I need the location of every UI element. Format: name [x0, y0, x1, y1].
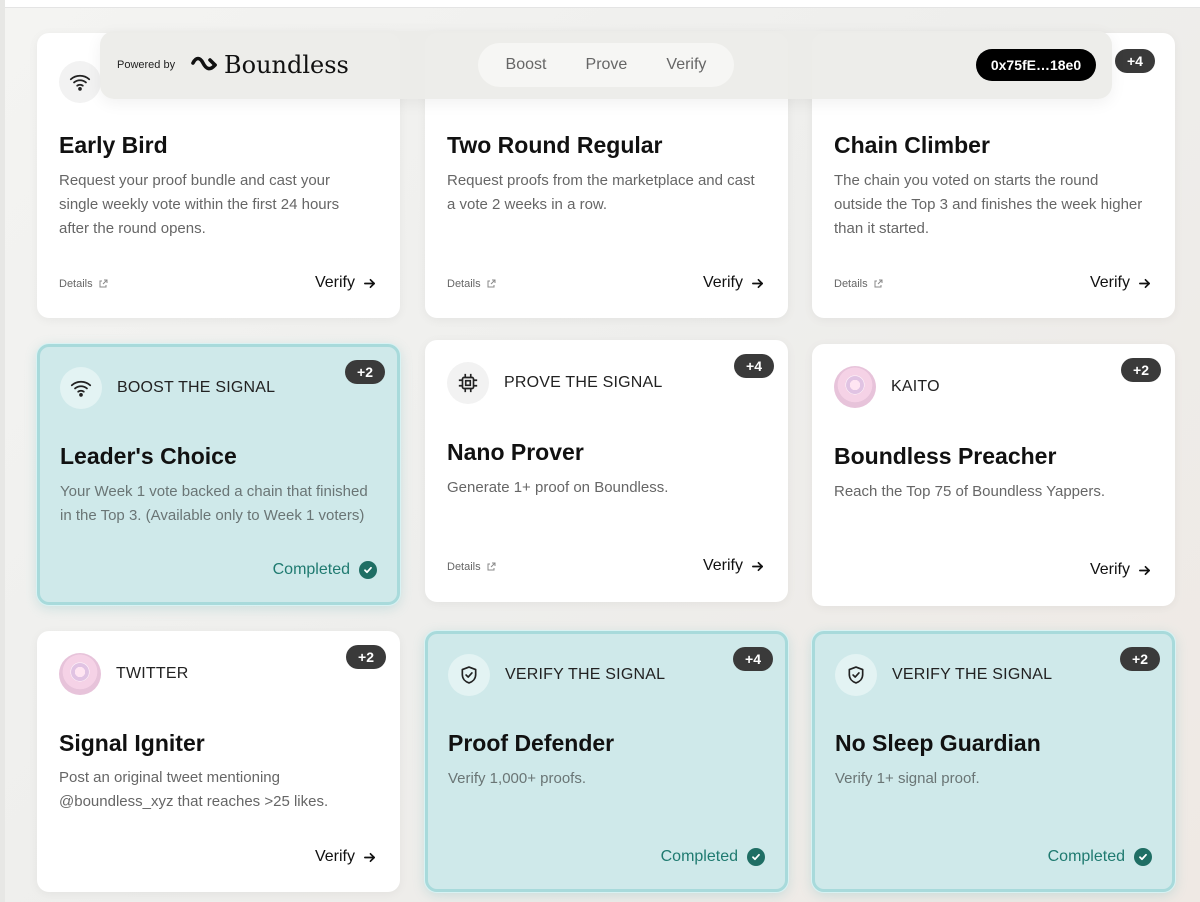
verify-button[interactable]: Verify [1090, 561, 1151, 579]
check-circle-icon [1134, 848, 1152, 866]
card-title: Boundless Preacher [834, 443, 1057, 469]
category-label: BOOST THE SIGNAL [117, 379, 276, 396]
card-title: Chain Climber [834, 132, 990, 158]
points-badge: +2 [346, 645, 386, 669]
card-title: Leader's Choice [60, 443, 237, 469]
quest-card-nano-prover[interactable]: PROVE THE SIGNAL +4 Nano Prover Generate… [425, 340, 788, 602]
kaito-avatar [834, 366, 876, 408]
details-link[interactable]: Details [59, 278, 108, 290]
quest-card-leaders-choice[interactable]: BOOST THE SIGNAL +2 Leader's Choice Your… [37, 344, 400, 605]
quest-card-proof-defender[interactable]: VERIFY THE SIGNAL +4 Proof Defender Veri… [425, 631, 788, 892]
card-title: No Sleep Guardian [835, 730, 1041, 756]
nav-prove[interactable]: Prove [586, 56, 628, 74]
category-label: TWITTER [116, 665, 189, 682]
wifi-icon [60, 367, 102, 409]
verify-label: Verify [314, 848, 355, 865]
powered-by-label: Powered by [117, 59, 176, 71]
points-badge: +2 [345, 360, 385, 384]
points-badge: +4 [1115, 49, 1155, 73]
arrow-right-icon [1139, 278, 1150, 288]
nav-verify[interactable]: Verify [666, 56, 706, 74]
window-top-edge [0, 0, 1200, 8]
card-description: Reach the Top 75 of Boundless Yappers. [834, 483, 1106, 500]
verify-button[interactable]: Verify [315, 274, 376, 292]
completed-label: Completed [660, 848, 738, 865]
completed-status: Completed [1048, 848, 1152, 866]
details-label: Details [834, 278, 868, 290]
shield-check-icon [448, 654, 490, 696]
nav-boost[interactable]: Boost [506, 56, 547, 74]
check-circle-icon [747, 848, 765, 866]
external-link-icon [487, 279, 496, 288]
quest-card-signal-igniter[interactable]: TWITTER +2 Signal Igniter Post an origin… [37, 631, 400, 892]
details-label: Details [59, 278, 93, 290]
check-circle-icon [359, 561, 377, 579]
details-link[interactable]: Details [447, 561, 496, 573]
completed-label: Completed [1047, 848, 1125, 865]
category-label: VERIFY THE SIGNAL [892, 666, 1053, 683]
card-description: Request proofs from the marketplace and … [447, 172, 755, 213]
completed-status: Completed [273, 561, 377, 579]
card-description: Verify 1,000+ proofs. [448, 770, 587, 787]
verify-label: Verify [1089, 561, 1130, 578]
arrow-right-icon [1139, 565, 1150, 575]
points-badge: +4 [733, 647, 773, 671]
wifi-icon [59, 61, 101, 103]
points-badge: +2 [1121, 358, 1161, 382]
arrow-right-icon [752, 278, 763, 288]
arrow-right-icon [364, 278, 375, 288]
card-title: Two Round Regular [447, 132, 663, 158]
category-label: KAITO [891, 378, 940, 395]
external-link-icon [99, 279, 108, 288]
twitter-avatar [59, 653, 101, 695]
card-title: Proof Defender [448, 730, 615, 756]
verify-button[interactable]: Verify [315, 848, 376, 866]
card-title: Early Bird [59, 132, 168, 158]
external-link-icon [487, 562, 496, 571]
completed-status: Completed [661, 848, 765, 866]
quest-card-boundless-preacher[interactable]: KAITO +2 Boundless Preacher Reach the To… [812, 344, 1175, 606]
verify-button[interactable]: Verify [703, 274, 764, 292]
category-label: VERIFY THE SIGNAL [505, 666, 666, 683]
boundless-logo[interactable]: Boundless [190, 51, 349, 79]
verify-label: Verify [702, 557, 743, 574]
card-description: The chain you voted on starts the round … [834, 172, 1143, 237]
details-label: Details [447, 278, 481, 290]
top-navigation-bar: Powered by Boundless Boost Prove Verify … [100, 31, 1112, 99]
card-title: Nano Prover [447, 439, 584, 465]
card-title: Signal Igniter [59, 730, 205, 756]
points-badge: +2 [1120, 647, 1160, 671]
verify-label: Verify [702, 274, 743, 291]
card-description: Your Week 1 vote backed a chain that fin… [60, 483, 368, 524]
details-label: Details [447, 561, 481, 573]
external-link-icon [874, 279, 883, 288]
verify-label: Verify [314, 274, 355, 291]
main-nav: Boost Prove Verify [478, 43, 734, 87]
details-link[interactable]: Details [834, 278, 883, 290]
card-description: Post an original tweet mentioning @bound… [59, 769, 329, 810]
verify-label: Verify [1089, 274, 1130, 291]
chip-icon [447, 362, 489, 404]
quest-card-no-sleep-guardian[interactable]: VERIFY THE SIGNAL +2 No Sleep Guardian V… [812, 631, 1175, 892]
category-label: PROVE THE SIGNAL [504, 374, 663, 391]
verify-button[interactable]: Verify [1090, 274, 1151, 292]
card-description: Verify 1+ signal proof. [835, 770, 980, 787]
completed-label: Completed [272, 561, 350, 578]
arrow-right-icon [752, 561, 763, 571]
shield-check-icon [835, 654, 877, 696]
arrow-right-icon [364, 852, 375, 862]
card-description: Generate 1+ proof on Boundless. [447, 479, 669, 496]
points-badge: +4 [734, 354, 774, 378]
wallet-address-button[interactable]: 0x75fE…18e0 [976, 49, 1096, 81]
details-link[interactable]: Details [447, 278, 496, 290]
boundless-logo-icon [191, 56, 217, 71]
card-description: Request your proof bundle and cast your … [59, 172, 340, 237]
brand-name: Boundless [224, 51, 349, 79]
window-left-edge [0, 0, 5, 902]
verify-button[interactable]: Verify [703, 557, 764, 575]
